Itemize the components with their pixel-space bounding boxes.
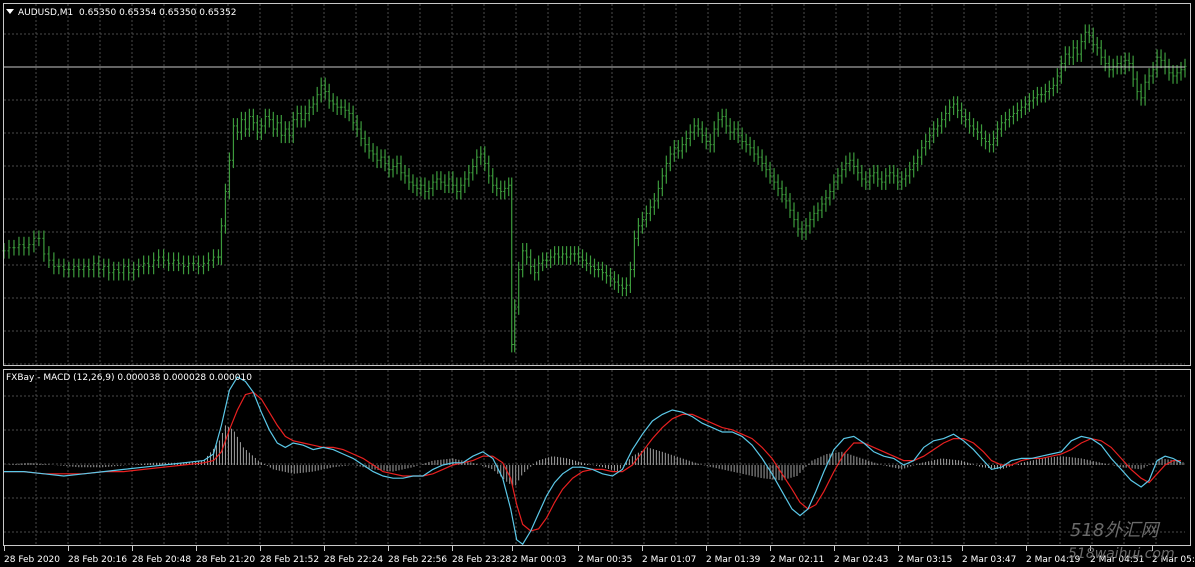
x-tick-label: 2 Mar 00:03 xyxy=(512,555,566,563)
watermark-line2: 518waihui.com xyxy=(1068,546,1175,562)
chart-canvas[interactable]: 28 Feb 2020 28 Feb 20:16 28 Feb 20:48 28 Fe… xyxy=(0,0,1195,565)
watermark-line1: 518外汇网 xyxy=(1070,520,1160,541)
x-tick-label: 28 Feb 21:52 xyxy=(260,555,319,563)
x-tick-label: 2 Mar 03:47 xyxy=(962,555,1016,563)
x-tick-label: 28 Feb 2020 xyxy=(4,555,60,563)
symbol-label: AUDUSD,M1 xyxy=(18,8,74,18)
x-tick-label: 2 Mar 02:43 xyxy=(834,555,888,563)
macd-label: FXBay - MACD (12,26,9) 0.000038 0.000028… xyxy=(6,373,252,383)
x-tick-label: 28 Feb 20:48 xyxy=(132,555,191,563)
x-tick-label: 28 Feb 20:16 xyxy=(68,555,127,563)
x-tick-label: 28 Feb 23:28 xyxy=(452,555,511,563)
chart-window[interactable]: 28 Feb 2020 28 Feb 20:16 28 Feb 20:48 28 Fe… xyxy=(0,0,1195,565)
collapse-triangle-icon[interactable] xyxy=(6,9,14,14)
x-tick-label: 28 Feb 22:56 xyxy=(388,555,447,563)
indicator-header: FXBay - MACD (12,26,9) 0.000038 0.000028… xyxy=(6,373,252,383)
symbol-header: AUDUSD,M1 0.65350 0.65354 0.65350 0.6535… xyxy=(6,8,236,18)
ohlc-values: 0.65350 0.65354 0.65350 0.65352 xyxy=(79,8,237,18)
x-tick-label: 2 Mar 02:11 xyxy=(770,555,824,563)
x-tick-label: 2 Mar 00:35 xyxy=(578,555,632,563)
x-tick-label: 28 Feb 21:20 xyxy=(196,555,255,563)
x-tick-label: 2 Mar 03:15 xyxy=(898,555,952,563)
x-tick-label: 2 Mar 01:07 xyxy=(642,555,696,563)
x-tick-label: 2 Mar 01:39 xyxy=(706,555,761,563)
x-tick-label: 28 Feb 22:24 xyxy=(324,555,383,563)
